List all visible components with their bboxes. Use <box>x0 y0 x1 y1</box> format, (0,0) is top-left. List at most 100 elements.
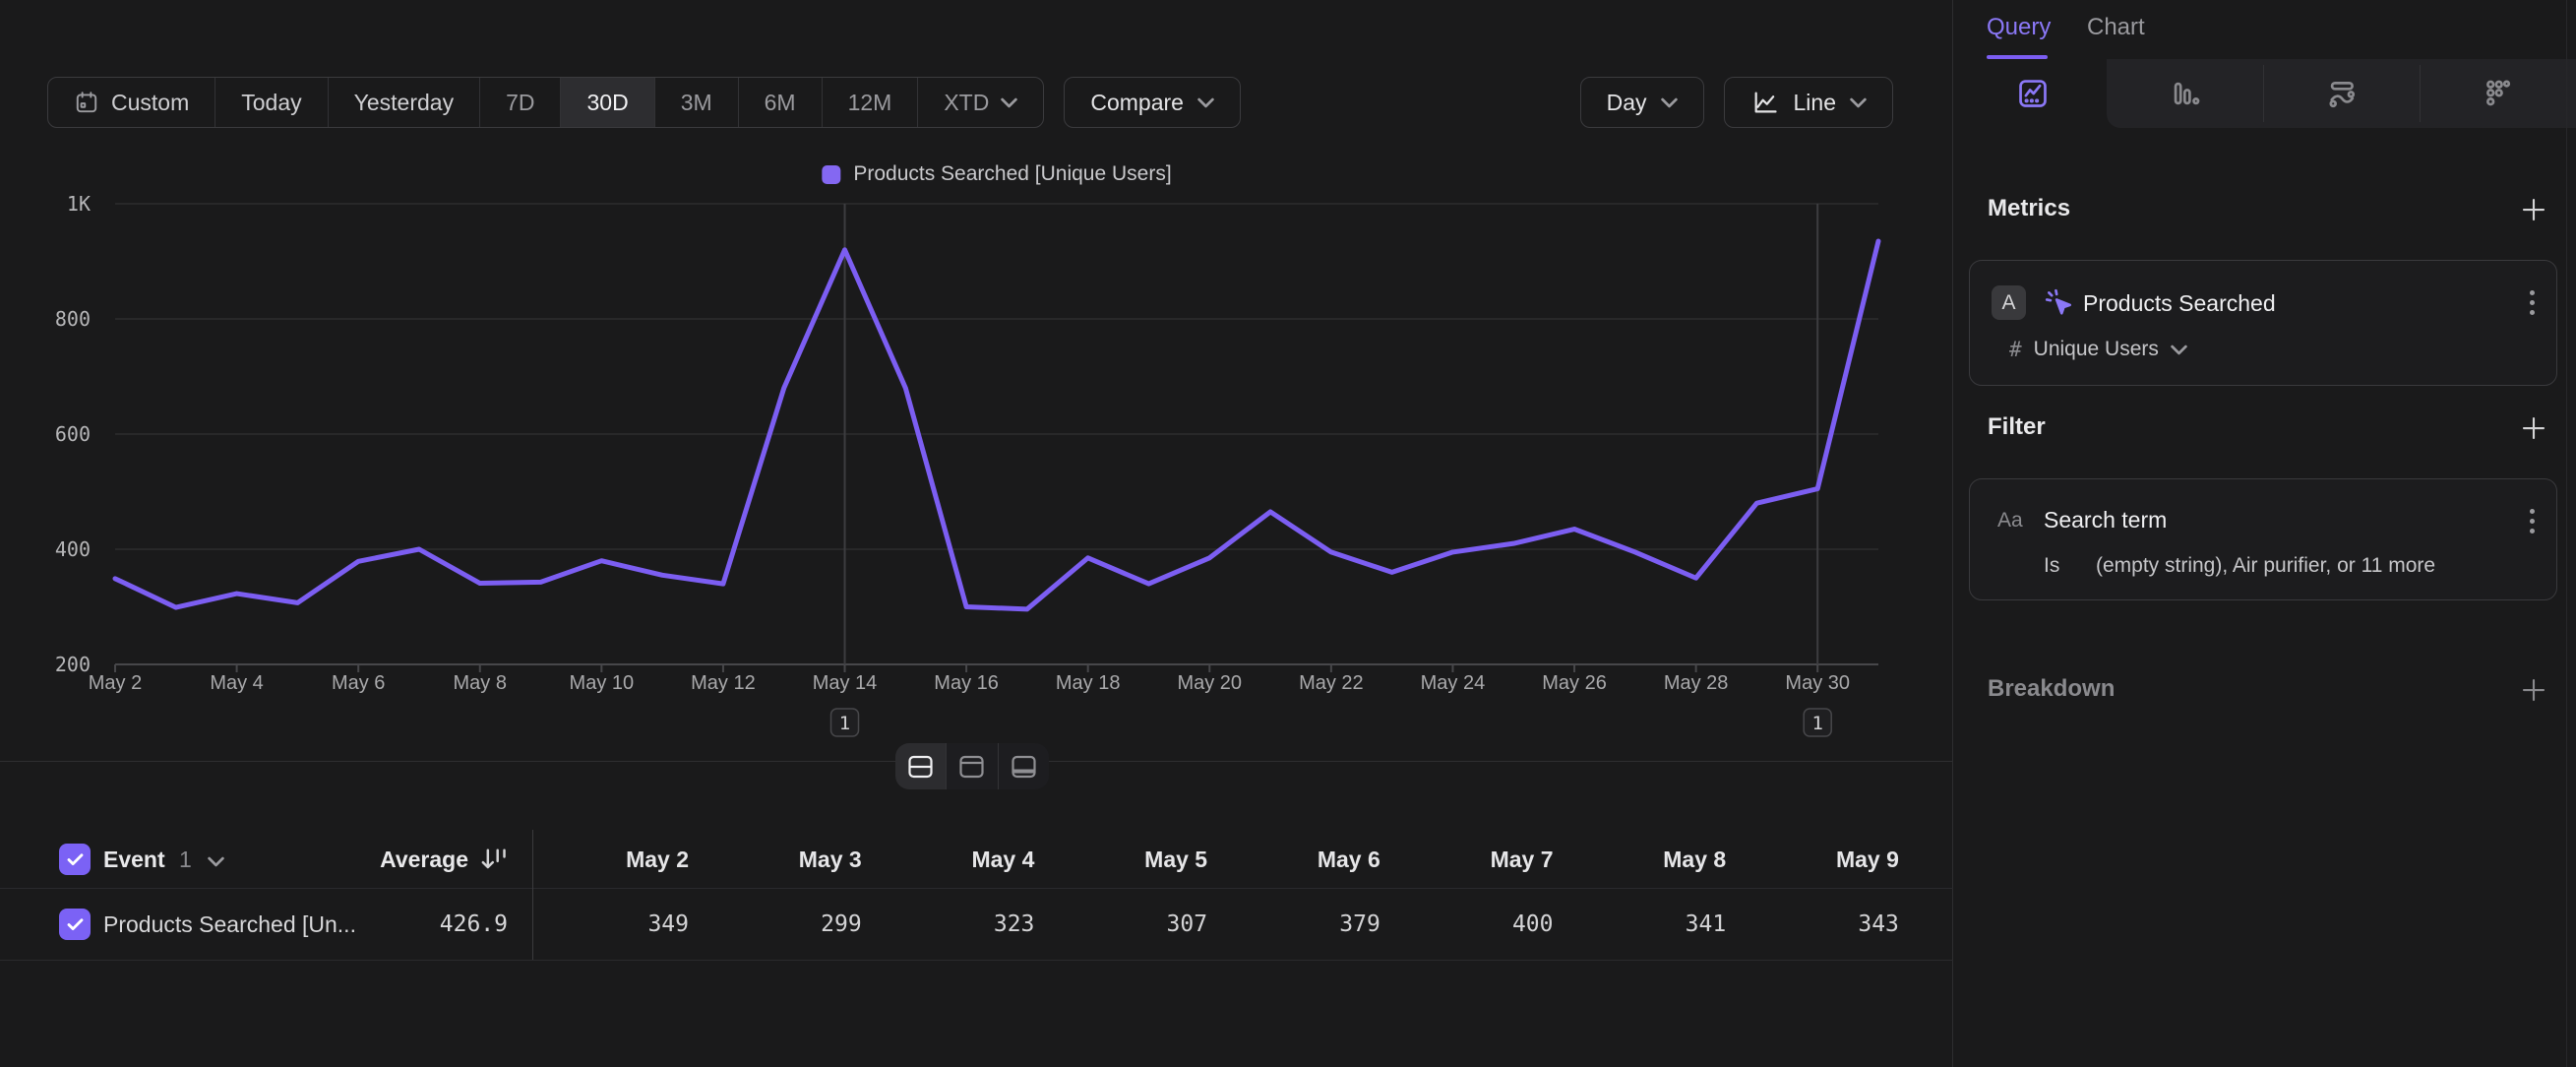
range-yesterday[interactable]: Yesterday <box>329 78 480 127</box>
aggregation-selector[interactable]: # Unique Users <box>2009 338 2187 361</box>
breakdown-heading: Breakdown <box>1988 675 2115 703</box>
main-pane: Custom Today Yesterday 7D 30D 3M6M 12M XTD Comp… <box>0 0 1953 1067</box>
calendar-icon <box>74 90 99 115</box>
y-axis-label: 800 <box>55 307 91 331</box>
sidebar-tabs: Query Chart <box>1954 0 2576 59</box>
query-sidebar: Query Chart <box>1954 0 2576 1067</box>
chart-type-flows[interactable] <box>2263 59 2420 128</box>
table-column-divider <box>532 830 533 960</box>
chart-type-retention[interactable] <box>2420 59 2576 128</box>
funnel-bars-icon <box>2169 77 2202 110</box>
add-metric-button[interactable] <box>2519 195 2548 224</box>
date-column-header[interactable]: May 4 <box>887 847 1034 873</box>
event-header[interactable]: Event 1 <box>103 847 224 873</box>
range-3m[interactable]: 3M <box>655 78 739 127</box>
y-axis-label: 400 <box>55 537 91 561</box>
compare-button[interactable]: Compare <box>1064 77 1241 128</box>
filter-operator[interactable]: Is <box>2044 554 2059 578</box>
range-label: 7D <box>506 90 534 116</box>
chart-only-icon <box>958 755 985 779</box>
filter-property-name[interactable]: Search term <box>2044 507 2167 534</box>
check-icon <box>67 918 84 931</box>
chevron-down-icon <box>2171 345 2187 355</box>
aggregation-label: Unique Users <box>2034 338 2159 361</box>
metric-letter-badge: A <box>1992 285 2026 320</box>
filter-card[interactable]: Aa Search term Is (empty string), Air pu… <box>1969 478 2557 600</box>
layout-chart-only-button[interactable] <box>947 743 998 789</box>
date-column-header[interactable]: May 2 <box>541 847 689 873</box>
x-axis-label: May 12 <box>691 672 756 694</box>
date-column-header[interactable]: May 9 <box>1751 847 1899 873</box>
kebab-menu-icon[interactable] <box>2530 509 2535 534</box>
average-header[interactable]: Average <box>331 847 468 873</box>
granularity-button[interactable]: Day <box>1580 77 1704 128</box>
x-axis-label: May 14 <box>813 672 878 694</box>
chart-type-bars[interactable] <box>2107 59 2263 128</box>
layout-split-button[interactable] <box>895 743 947 789</box>
chart-style-label: Line <box>1794 90 1836 116</box>
chevron-down-icon <box>1850 97 1867 108</box>
filter-heading: Filter <box>1988 413 2046 441</box>
chevron-down-icon <box>1001 97 1017 108</box>
tab-query[interactable]: Query <box>1987 0 2051 55</box>
compare-label: Compare <box>1090 90 1184 116</box>
x-axis-label: May 4 <box>210 672 263 694</box>
text-property-icon: Aa <box>1997 509 2023 533</box>
retention-dots-icon <box>2482 77 2515 110</box>
legend-label: Products Searched [Unique Users] <box>853 162 1171 186</box>
chart-type-insights[interactable] <box>1954 59 2111 128</box>
date-column-header[interactable]: May 8 <box>1578 847 1726 873</box>
range-label: 30D <box>586 90 628 116</box>
value-cell: 307 <box>1060 911 1207 937</box>
range-xtd[interactable]: XTD <box>918 78 1043 127</box>
series-name[interactable]: Products Searched [Un... <box>103 911 356 938</box>
metric-name[interactable]: Products Searched <box>2083 290 2276 317</box>
date-column-header[interactable]: May 6 <box>1233 847 1380 873</box>
chart-legend[interactable]: Products Searched [Unique Users] <box>822 162 1171 186</box>
x-axis-label: May 28 <box>1664 672 1729 694</box>
sidebar-scrollbar-track[interactable] <box>2566 0 2567 1067</box>
range-custom[interactable]: Custom <box>48 78 215 127</box>
table-only-icon <box>1011 755 1037 779</box>
date-range-group: Custom Today Yesterday 7D 30D 3M6M 12M XTD <box>47 77 1044 128</box>
range-label: Today <box>241 90 301 116</box>
date-column-header[interactable]: May 3 <box>714 847 862 873</box>
svg-text:1: 1 <box>839 713 850 734</box>
chevron-down-icon <box>1197 97 1214 108</box>
range-label: Yesterday <box>354 90 454 116</box>
chevron-down-icon <box>1661 97 1678 108</box>
add-breakdown-button[interactable] <box>2519 675 2548 705</box>
filter-values[interactable]: (empty string), Air purifier, or 11 more <box>2096 554 2435 578</box>
kebab-menu-icon[interactable] <box>2530 290 2535 315</box>
tab-chart[interactable]: Chart <box>2087 0 2145 55</box>
series-line[interactable] <box>115 241 1878 609</box>
check-icon <box>67 853 84 866</box>
metric-card[interactable]: A Products Searched # Unique Users <box>1969 260 2557 386</box>
y-axis-label: 200 <box>55 653 91 676</box>
date-column-header[interactable]: May 7 <box>1406 847 1554 873</box>
value-cell: 379 <box>1233 911 1380 937</box>
event-group-checkbox[interactable] <box>59 844 91 875</box>
x-axis-label: May 6 <box>332 672 385 694</box>
x-axis-label: May 10 <box>570 672 635 694</box>
chart-style-button[interactable]: Line <box>1724 77 1893 128</box>
range-6m[interactable]: 6M <box>739 78 823 127</box>
insights-line-icon <box>2016 77 2050 110</box>
line-chart[interactable]: 2004006008001KMay 2May 4May 6May 8May 10… <box>0 192 1953 743</box>
sort-icon[interactable] <box>479 847 509 872</box>
layout-table-only-button[interactable] <box>999 743 1049 789</box>
x-axis-label: May 24 <box>1421 672 1486 694</box>
y-axis-label: 600 <box>55 422 91 446</box>
add-filter-button[interactable] <box>2519 413 2548 443</box>
x-axis-label: May 2 <box>89 672 142 694</box>
chevron-down-icon <box>208 856 224 867</box>
range-12m[interactable]: 12M <box>823 78 919 127</box>
range-7d[interactable]: 7D <box>480 78 561 127</box>
range-label: 12M <box>848 90 892 116</box>
event-count: 1 <box>179 847 192 872</box>
x-axis-label: May 20 <box>1177 672 1242 694</box>
range-today[interactable]: Today <box>215 78 328 127</box>
date-column-header[interactable]: May 5 <box>1060 847 1207 873</box>
series-checkbox[interactable] <box>59 909 91 940</box>
range-30d[interactable]: 30D <box>561 78 654 127</box>
